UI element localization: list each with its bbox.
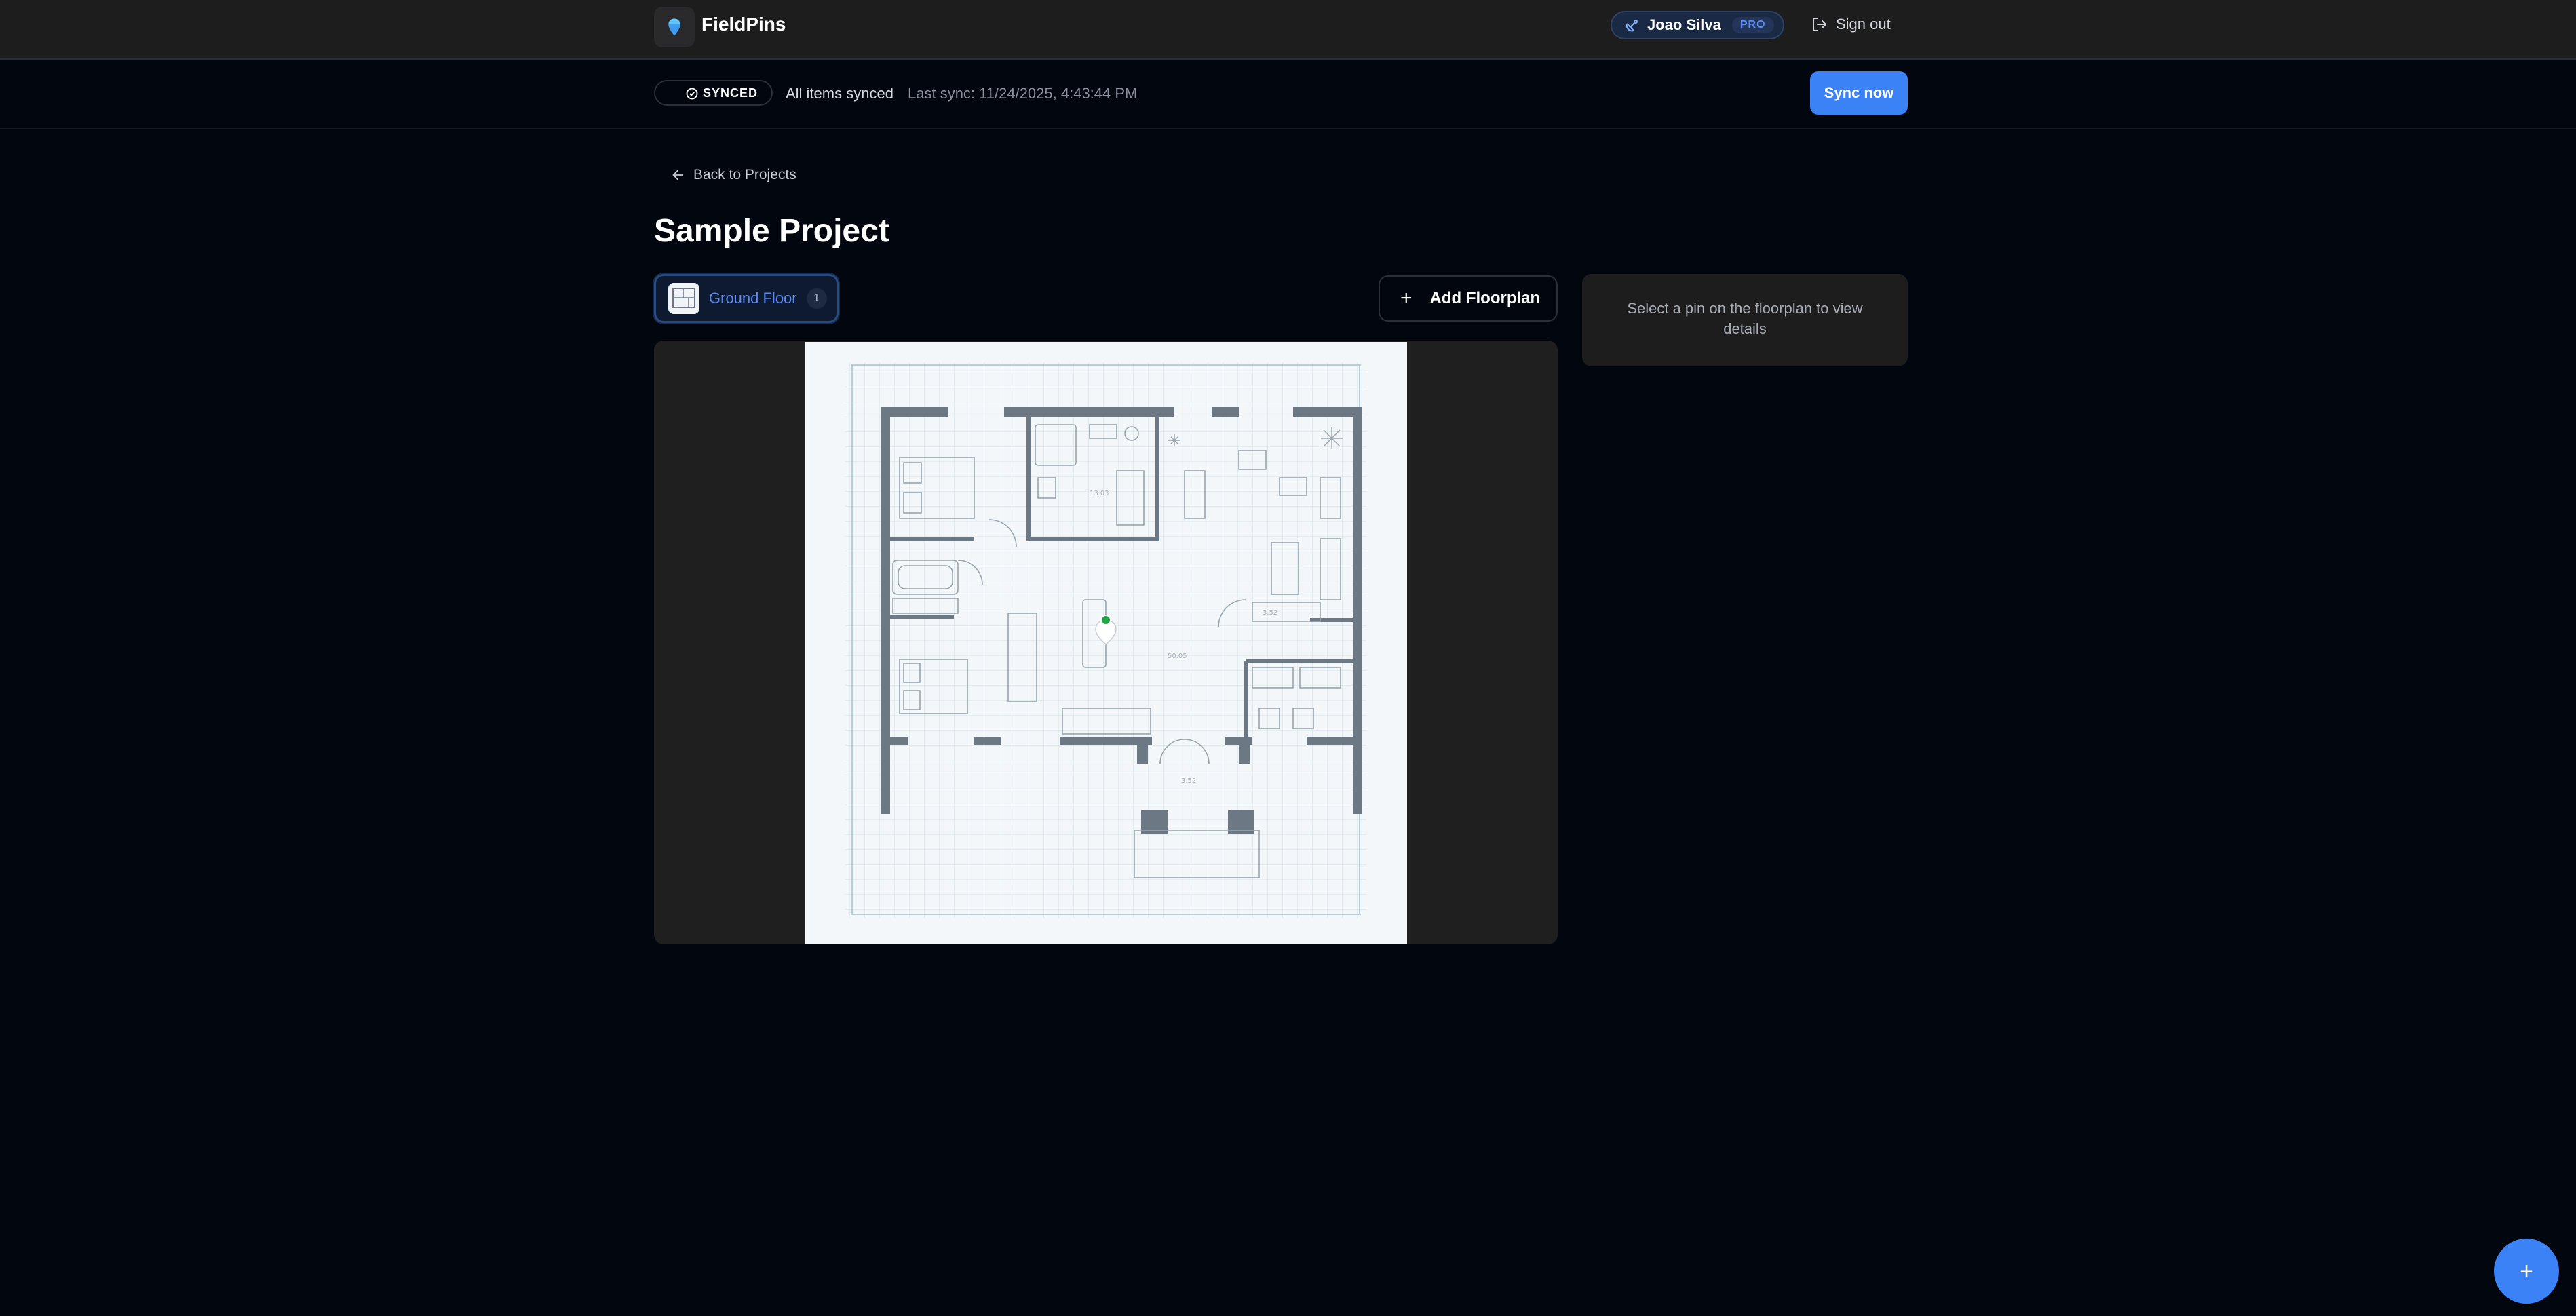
- sync-badge-label: SYNCED: [703, 85, 758, 100]
- sync-now-button[interactable]: Sync now: [1810, 71, 1908, 115]
- floorplan-viewer[interactable]: 13.03 50.05 3.52 3.52: [654, 341, 1558, 944]
- plan-badge: PRO: [1731, 17, 1774, 33]
- brand-name: FieldPins: [701, 14, 786, 35]
- sign-out-icon: [1813, 18, 1826, 31]
- user-name: Joao Silva: [1647, 16, 1721, 33]
- sign-out-button[interactable]: Sign out: [1811, 12, 1891, 37]
- sync-status-text: All items synced: [786, 85, 893, 102]
- pin-count-badge: 1: [806, 288, 827, 309]
- sync-bar: SYNCED All items synced Last sync: 11/24…: [0, 60, 2576, 129]
- page-title: Sample Project: [654, 213, 889, 249]
- floorplan-tab-ground-floor[interactable]: Ground Floor 1: [654, 274, 839, 323]
- svg-text:13.03: 13.03: [1090, 490, 1109, 497]
- check-circle-icon: [686, 88, 698, 100]
- add-floorplan-button[interactable]: + Add Floorplan: [1379, 275, 1558, 322]
- svg-text:50.05: 50.05: [1168, 653, 1187, 660]
- sync-status-badge: SYNCED: [654, 80, 773, 106]
- arrow-left-icon: [672, 170, 683, 180]
- last-sync-time: Last sync: 11/24/2025, 4:43:44 PM: [908, 85, 1138, 102]
- plus-icon: +: [1400, 287, 1412, 309]
- sign-out-label: Sign out: [1836, 16, 1891, 33]
- user-menu[interactable]: Joao Silva PRO: [1611, 11, 1784, 39]
- back-to-projects-link[interactable]: Back to Projects: [670, 164, 796, 186]
- details-empty-text: Select a pin on the floorplan to view de…: [1627, 300, 1863, 337]
- app-logo[interactable]: [654, 7, 695, 47]
- floorplan-image[interactable]: 13.03 50.05 3.52 3.52: [805, 342, 1407, 944]
- floorplan-thumbnail: [668, 283, 699, 314]
- map-pin-icon: [668, 18, 680, 36]
- top-nav: FieldPins Joao Silva PRO Sign out: [0, 0, 2576, 60]
- add-floorplan-label: Add Floorplan: [1429, 289, 1541, 307]
- pin-details-panel: Select a pin on the floorplan to view de…: [1582, 274, 1908, 366]
- svg-text:3.52: 3.52: [1263, 609, 1277, 617]
- back-label: Back to Projects: [693, 167, 796, 182]
- floorplan-tab-label: Ground Floor: [709, 290, 797, 307]
- satellite-dish-icon: [1626, 20, 1638, 32]
- svg-text:3.52: 3.52: [1181, 777, 1196, 785]
- add-pin-fab[interactable]: +: [2494, 1239, 2559, 1304]
